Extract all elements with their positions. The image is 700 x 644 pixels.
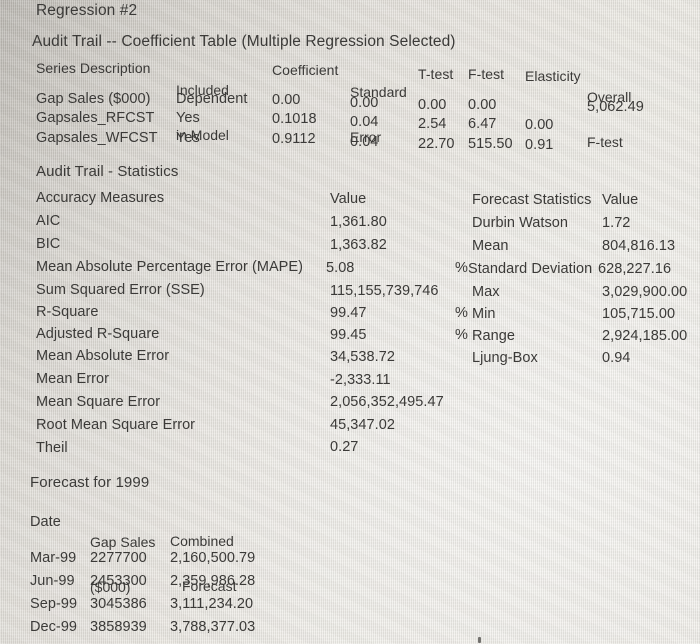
list-item: 2,056,352,495.47	[330, 394, 444, 410]
table-row: Jun-99	[30, 573, 75, 589]
list-item: 105,715.00	[602, 306, 676, 322]
table-row: 0.04	[350, 134, 379, 150]
table-row: Gapsales_WFCST	[36, 130, 158, 146]
list-item: %	[455, 260, 468, 276]
forecast-section-title: Forecast for 1999	[30, 474, 150, 491]
table-row: Gap Sales ($000)	[36, 91, 151, 107]
table-row: 2,359,986.28	[170, 573, 256, 589]
table-row: 0.04	[350, 114, 379, 130]
table-row: 515.50	[468, 136, 513, 152]
table-row: Yes	[176, 110, 200, 126]
list-item: 628,227.16	[598, 261, 672, 277]
coef-header-elasticity: Elasticity	[525, 68, 581, 84]
screen-speck	[478, 637, 481, 643]
table-row: 0.00	[272, 92, 301, 108]
list-item: 34,538.72	[330, 349, 395, 365]
list-item: -2,333.11	[330, 372, 391, 388]
list-item: 2,924,185.00	[602, 328, 688, 344]
coef-header-f-test: F-test	[468, 66, 505, 82]
forecast-header-gap-sales-line1: Gap Sales	[90, 534, 156, 550]
page-title: Regression #2	[36, 2, 138, 19]
list-item: Mean Error	[36, 371, 110, 387]
table-row: 5,062.49	[587, 99, 644, 115]
table-row: 6.47	[468, 116, 497, 132]
regression-report: Regression #2 Audit Trail -- Coefficient…	[0, 0, 700, 644]
table-row: 2277700	[90, 550, 147, 566]
list-item: 99.47	[330, 305, 367, 321]
coef-header-coefficient: Coefficient	[272, 62, 339, 78]
list-item: Mean Square Error	[36, 394, 161, 410]
accuracy-measures-header: Accuracy Measures	[36, 190, 165, 206]
coef-header-t-test: T-test	[418, 66, 454, 82]
list-item: Mean Absolute Percentage Error (MAPE)	[36, 259, 303, 275]
list-item: 1,363.82	[330, 237, 387, 253]
table-row: Yes	[176, 130, 200, 146]
table-row: Sep-99	[30, 596, 78, 612]
table-row: Dec-99	[30, 619, 78, 635]
table-row: 2453300	[90, 573, 147, 589]
table-row: 0.00	[418, 97, 447, 113]
table-row: 22.70	[418, 136, 455, 152]
list-item: Theil	[36, 440, 68, 456]
list-item: 5.08	[326, 260, 355, 276]
table-row: 0.1018	[272, 111, 317, 127]
table-row: Dependent	[176, 91, 248, 107]
forecast-header-combined-line1: Combined	[170, 533, 234, 549]
list-item: Max	[472, 284, 500, 300]
list-item: Adjusted R-Square	[36, 326, 160, 342]
screen-photo: Regression #2 Audit Trail -- Coefficient…	[0, 0, 700, 644]
forecast-statistics-header: Forecast Statistics	[472, 192, 592, 208]
table-row: 3,111,234.20	[170, 596, 254, 612]
table-row: Gapsales_RFCST	[36, 110, 155, 126]
list-item: 1.72	[602, 215, 631, 231]
list-item: 1,361.80	[330, 214, 387, 230]
list-item: 3,029,900.00	[602, 284, 688, 300]
table-row: 3858939	[90, 619, 147, 635]
coef-header-overall-f-test: Overall F-test	[587, 60, 631, 180]
table-row: 3,788,377.03	[170, 619, 256, 635]
table-row: Mar-99	[30, 550, 77, 566]
table-row: 0.00	[468, 97, 497, 113]
list-item: Min	[472, 306, 496, 322]
forecast-header-date: Date	[30, 514, 61, 530]
table-row: 0.00	[350, 95, 379, 111]
coef-header-overall-f-test-line2: F-test	[587, 134, 623, 150]
table-row: 2,160,500.79	[170, 550, 256, 566]
list-item: Range	[472, 328, 515, 344]
forecast-value-header: Value	[602, 192, 639, 208]
accuracy-value-header: Value	[330, 191, 367, 207]
list-item: 99.45	[330, 327, 367, 343]
table-row: 0.91	[525, 137, 554, 153]
list-item: 45,347.02	[330, 417, 395, 433]
table-row: 0.9112	[272, 131, 316, 147]
list-item: Ljung-Box	[472, 350, 538, 366]
coef-header-series-description: Series Description	[36, 60, 151, 76]
list-item: %	[455, 305, 468, 321]
coefficient-section-title: Audit Trail -- Coefficient Table (Multip…	[32, 33, 456, 50]
list-item: Durbin Watson	[472, 215, 569, 231]
list-item: %	[455, 327, 468, 343]
list-item: AIC	[36, 213, 61, 229]
table-row: 3045386	[90, 596, 147, 612]
list-item: Standard Deviation	[468, 261, 593, 277]
list-item: BIC	[36, 236, 61, 252]
list-item: Mean Absolute Error	[36, 348, 170, 364]
list-item: Mean	[472, 238, 509, 254]
list-item: Root Mean Square Error	[36, 417, 196, 433]
table-row: 0.00	[525, 117, 554, 133]
statistics-section-title: Audit Trail - Statistics	[36, 163, 179, 180]
list-item: 115,155,739,746	[330, 283, 439, 299]
list-item: Sum Squared Error (SSE)	[36, 282, 205, 298]
list-item: 804,816.13	[602, 238, 676, 254]
list-item: 0.27	[330, 439, 359, 455]
list-item: R-Square	[36, 304, 99, 320]
list-item: 0.94	[602, 350, 631, 366]
table-row: 2.54	[418, 116, 447, 132]
